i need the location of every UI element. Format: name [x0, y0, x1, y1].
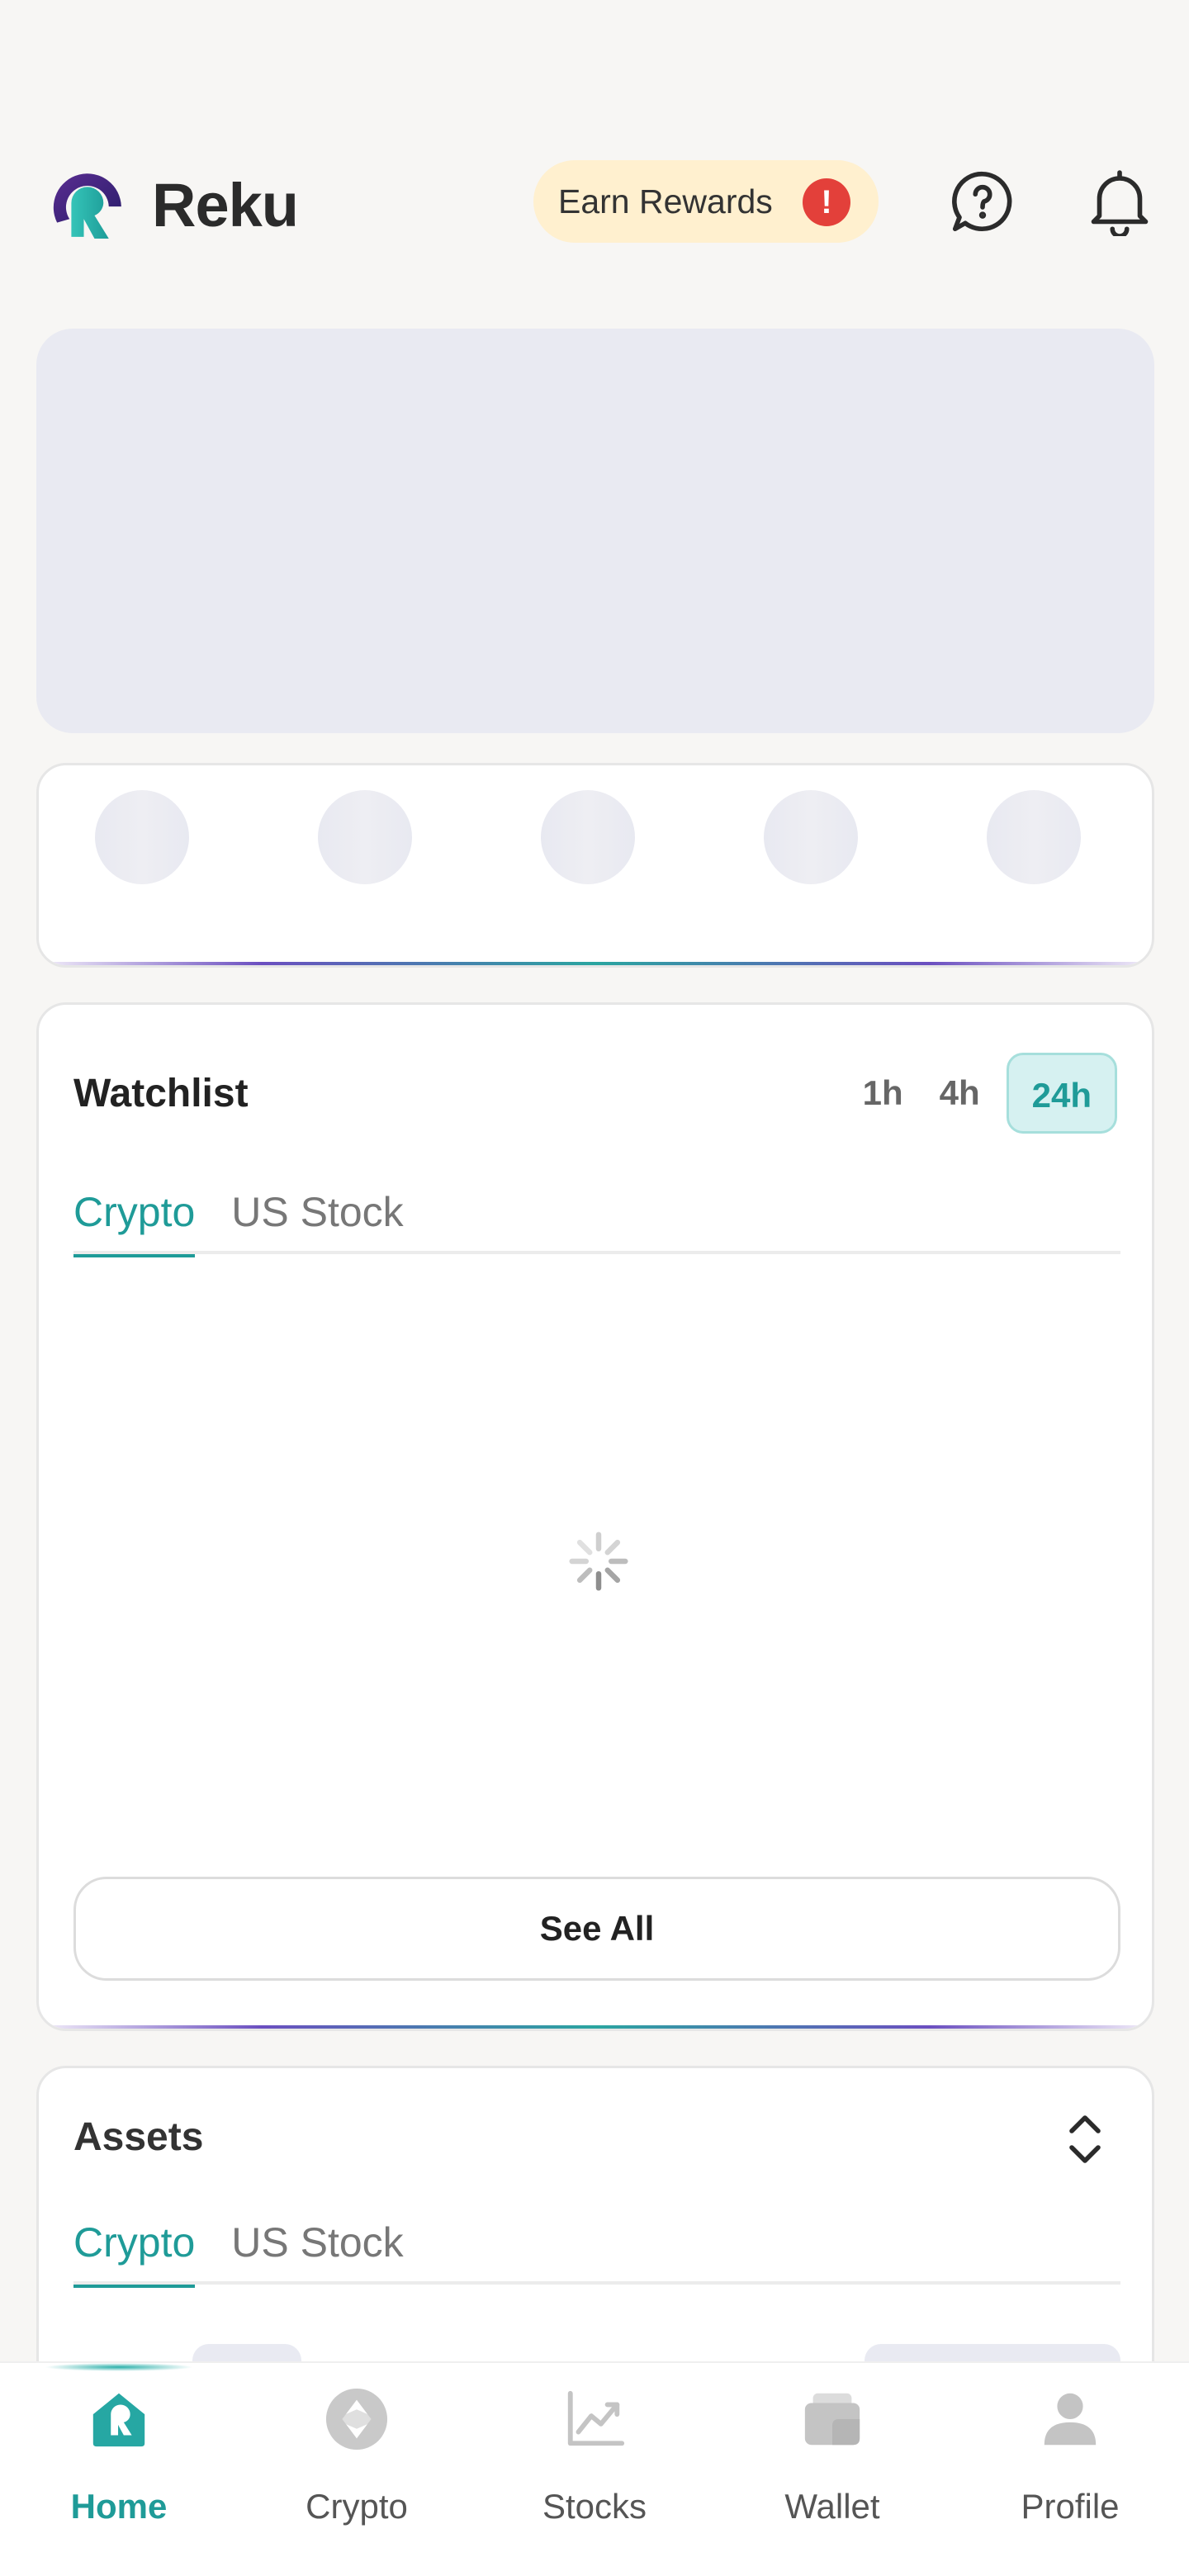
- time-filter: 1h 4h 24h: [845, 1053, 1117, 1134]
- nav-label-home: Home: [70, 2487, 168, 2526]
- nav-item-stocks[interactable]: Stocks: [476, 2363, 713, 2576]
- time-filter-1h[interactable]: 1h: [845, 1053, 921, 1134]
- home-icon: [86, 2386, 152, 2452]
- assets-title: Assets: [73, 2115, 204, 2159]
- bell-icon: [1091, 170, 1149, 236]
- quick-menu-item-placeholder: [318, 790, 412, 884]
- app-header: Reku Earn Rewards !: [0, 149, 1189, 256]
- stocks-chart-icon: [561, 2386, 628, 2452]
- help-chat-icon: [952, 171, 1012, 232]
- promo-banner-placeholder: [36, 329, 1154, 733]
- sort-chevrons-icon: [1069, 2115, 1101, 2163]
- bottom-navigation: Home Crypto Stocks Wallet Profile: [0, 2361, 1189, 2576]
- watchlist-tabs: Crypto US Stock: [73, 1183, 1120, 1257]
- sort-toggle-button[interactable]: [1056, 2106, 1114, 2172]
- reku-logo: Reku: [45, 160, 299, 249]
- nav-label-crypto: Crypto: [306, 2487, 408, 2526]
- watchlist-card: Watchlist 1h 4h 24h Crypto US Stock See …: [36, 1002, 1154, 2031]
- card-glow-divider: [39, 2025, 1152, 2029]
- wallet-icon: [799, 2386, 865, 2452]
- quick-menu-card: [36, 763, 1154, 968]
- assets-tabs: Crypto US Stock: [73, 2214, 1120, 2288]
- see-all-button[interactable]: See All: [73, 1877, 1120, 1981]
- crypto-icon: [324, 2386, 390, 2452]
- nav-item-home[interactable]: Home: [0, 2363, 238, 2576]
- quick-menu-item-placeholder: [541, 790, 635, 884]
- time-filter-24h[interactable]: 24h: [1006, 1053, 1117, 1134]
- tab-crypto[interactable]: Crypto: [73, 2214, 196, 2288]
- earn-rewards-button[interactable]: Earn Rewards !: [533, 160, 879, 243]
- quick-menu-item-placeholder: [95, 790, 189, 884]
- earn-rewards-label: Earn Rewards: [558, 182, 773, 220]
- quick-menu-item-placeholder: [987, 790, 1081, 884]
- alert-icon: !: [803, 178, 850, 226]
- loading-spinner-icon: [569, 1532, 628, 1591]
- nav-label-wallet: Wallet: [784, 2487, 880, 2526]
- notifications-button[interactable]: [1078, 160, 1161, 243]
- card-glow-divider: [39, 962, 1152, 965]
- profile-icon: [1037, 2386, 1103, 2452]
- nav-item-crypto[interactable]: Crypto: [238, 2363, 476, 2576]
- nav-label-stocks: Stocks: [542, 2487, 647, 2526]
- nav-item-wallet[interactable]: Wallet: [713, 2363, 951, 2576]
- nav-item-profile[interactable]: Profile: [951, 2363, 1189, 2576]
- quick-menu-item-placeholder: [764, 790, 858, 884]
- tab-us-stock[interactable]: US Stock: [231, 2214, 403, 2285]
- tab-crypto[interactable]: Crypto: [73, 1183, 196, 1257]
- watchlist-title: Watchlist: [73, 1072, 249, 1115]
- help-button[interactable]: [941, 160, 1024, 243]
- brand-name: Reku: [152, 170, 299, 239]
- tab-us-stock[interactable]: US Stock: [231, 1183, 403, 1254]
- time-filter-4h[interactable]: 4h: [921, 1053, 998, 1134]
- reku-logo-icon: [53, 173, 121, 239]
- nav-label-profile: Profile: [1021, 2487, 1120, 2526]
